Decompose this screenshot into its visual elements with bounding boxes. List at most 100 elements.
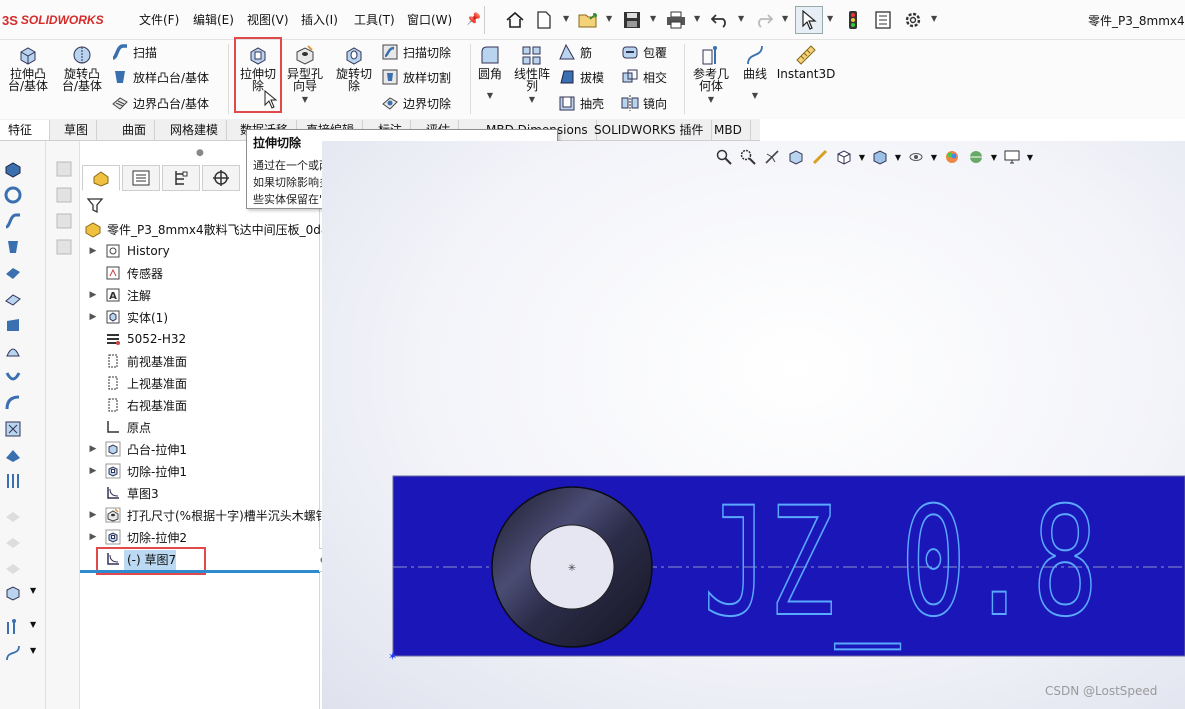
tree-item[interactable]: ▶ 切除-拉伸1 [88, 460, 187, 482]
chevron-down-icon[interactable]: ▼ [928, 146, 940, 168]
view-settings-icon[interactable] [1000, 146, 1024, 168]
hole-wizard-button[interactable]: 异型孔 向导 ▼ [284, 44, 326, 106]
menu-window[interactable]: 窗口(W) [407, 12, 452, 28]
print-icon[interactable] [664, 8, 688, 32]
fillet-button[interactable]: 圆角 ▼ [474, 44, 506, 102]
expand-arrow-icon[interactable]: ▶ [88, 444, 98, 454]
boundary-icon[interactable] [2, 262, 24, 284]
cut-icon[interactable] [2, 418, 24, 440]
menu-file[interactable]: 文件(F) [139, 12, 179, 28]
intersect-button[interactable]: 相交 [620, 67, 667, 87]
expand-arrow-icon[interactable]: ▶ [88, 510, 98, 520]
solidworks-logo[interactable]: 3S SOLIDWORKS [2, 11, 104, 29]
open-folder-icon[interactable] [577, 8, 601, 32]
hide-show-items-icon[interactable] [904, 146, 928, 168]
chevron-down-icon[interactable]: ▼ [856, 146, 868, 168]
tree-item[interactable]: 草图3 [88, 482, 159, 504]
select-arrow-icon[interactable] [797, 8, 821, 32]
chevron-down-icon[interactable]: ▼ [892, 146, 904, 168]
boundary-cut-button[interactable]: 边界切除 [380, 93, 451, 113]
extrude-boss-button[interactable]: 拉伸凸 台/基体 [6, 44, 50, 92]
chevron-down-icon[interactable]: ▼ [30, 646, 36, 655]
tab-property-manager[interactable] [122, 165, 160, 191]
redo-icon[interactable] [752, 8, 776, 32]
menu-edit[interactable]: 编辑(E) [193, 12, 234, 28]
expand-arrow-icon[interactable]: ▶ [88, 290, 98, 300]
shell-button[interactable]: 抽壳 [557, 93, 604, 113]
gear-icon[interactable] [901, 8, 925, 32]
tab-dimxpert[interactable] [202, 165, 240, 191]
chevron-down-icon[interactable]: ▼ [782, 14, 788, 23]
instant3d-button[interactable]: Instant3D [777, 44, 835, 80]
chevron-down-icon[interactable]: ▼ [30, 586, 36, 595]
tree-item[interactable]: 前视基准面 [88, 350, 187, 372]
home-icon[interactable] [503, 8, 527, 32]
revolve-boss-icon[interactable] [2, 184, 24, 206]
chevron-down-icon[interactable]: ▼ [827, 14, 833, 23]
chevron-down-icon[interactable]: ▼ [529, 94, 535, 106]
tree-root-part[interactable]: 零件_P3_8mmx4散料飞达中间压板_0d8 [84, 218, 329, 240]
save-icon[interactable] [620, 8, 644, 32]
reference-geometry-button[interactable]: 参考几 何体 ▼ [690, 44, 732, 106]
chevron-down-icon[interactable]: ▼ [606, 14, 612, 23]
spring-icon[interactable] [2, 470, 24, 492]
tree-item[interactable]: ▶ 打孔尺寸(%根据十字)槽半沉头木螺钉 [88, 504, 328, 526]
chevron-down-icon[interactable]: ▼ [1024, 146, 1036, 168]
draft-button[interactable]: 拔模 [557, 67, 604, 87]
chevron-down-icon[interactable]: ▼ [563, 14, 569, 23]
view-orientation-icon[interactable] [832, 146, 856, 168]
chevron-down-icon[interactable]: ▼ [302, 94, 308, 106]
zoom-to-fit-icon[interactable] [712, 146, 736, 168]
solid-box-icon[interactable] [2, 582, 24, 604]
shape-icon[interactable] [2, 444, 24, 466]
chevron-down-icon[interactable]: ▼ [650, 14, 656, 23]
previous-view-icon[interactable] [760, 146, 784, 168]
chevron-down-icon[interactable]: ▼ [931, 14, 937, 23]
tab-mbd[interactable]: MBD [706, 120, 751, 140]
tree-item[interactable]: 5052-H32 [88, 328, 186, 350]
tree-item[interactable]: ▶ 实体(1) [88, 306, 168, 328]
chevron-down-icon[interactable]: ▼ [30, 620, 36, 629]
file-properties-icon[interactable] [871, 8, 895, 32]
engraved-text[interactable]: JZ_0.8 [702, 475, 1099, 651]
rebuild-traffic-light-icon[interactable] [841, 8, 865, 32]
chevron-down-icon[interactable]: ▼ [708, 94, 714, 106]
loft-icon[interactable] [2, 236, 24, 258]
loft-cut-button[interactable]: 放样切割 [380, 67, 451, 87]
sweep-button[interactable]: 扫描 [110, 42, 157, 62]
linear-pattern-button[interactable]: 线性阵 列 ▼ [510, 44, 554, 106]
rib-button[interactable]: 筋 [557, 42, 592, 62]
revolve-boss-button[interactable]: 旋转凸 台/基体 [58, 44, 106, 92]
tree-item[interactable]: 上视基准面 [88, 372, 187, 394]
apply-scene-icon[interactable] [964, 146, 988, 168]
menu-view[interactable]: 视图(V) [247, 12, 289, 28]
tab-mesh-modeling[interactable]: 网格建模 [162, 120, 228, 140]
chevron-down-icon[interactable]: ▼ [752, 90, 758, 102]
extrude-boss-icon[interactable] [2, 158, 24, 180]
expand-arrow-icon[interactable]: ▶ [88, 312, 98, 322]
sweep-icon[interactable] [2, 210, 24, 232]
curves-icon[interactable] [2, 642, 24, 664]
menu-tools[interactable]: 工具(T) [354, 12, 395, 28]
mirror-button[interactable]: 镜向 [620, 93, 667, 113]
rollback-bar[interactable] [80, 570, 320, 573]
new-document-icon[interactable] [532, 8, 556, 32]
tab-features[interactable]: 特征 [0, 120, 50, 140]
tab-surfaces[interactable]: 曲面 [114, 120, 156, 140]
revolve-cut-button[interactable]: 旋转切 除 [332, 44, 376, 92]
expand-arrow-icon[interactable]: ▶ [88, 532, 98, 542]
expand-arrow-icon[interactable]: ▶ [88, 466, 98, 476]
extrude-surface-icon[interactable] [2, 314, 24, 336]
boundary-boss-button[interactable]: 边界凸台/基体 [110, 93, 209, 113]
sweep-cut-button[interactable]: 扫描切除 [380, 42, 451, 62]
tree-item[interactable]: 传感器 [88, 262, 163, 284]
panel-grip[interactable]: ● [196, 148, 204, 158]
reference-axis-icon[interactable] [2, 616, 24, 638]
undo-icon[interactable] [708, 8, 732, 32]
wrap-button[interactable]: 包覆 [620, 42, 667, 62]
tree-item[interactable]: ▶ A 注解 [88, 284, 151, 306]
zoom-to-area-icon[interactable] [736, 146, 760, 168]
tab-feature-tree[interactable] [82, 165, 120, 191]
revolve-surface-icon[interactable] [2, 366, 24, 388]
thicken-icon[interactable] [2, 288, 24, 310]
